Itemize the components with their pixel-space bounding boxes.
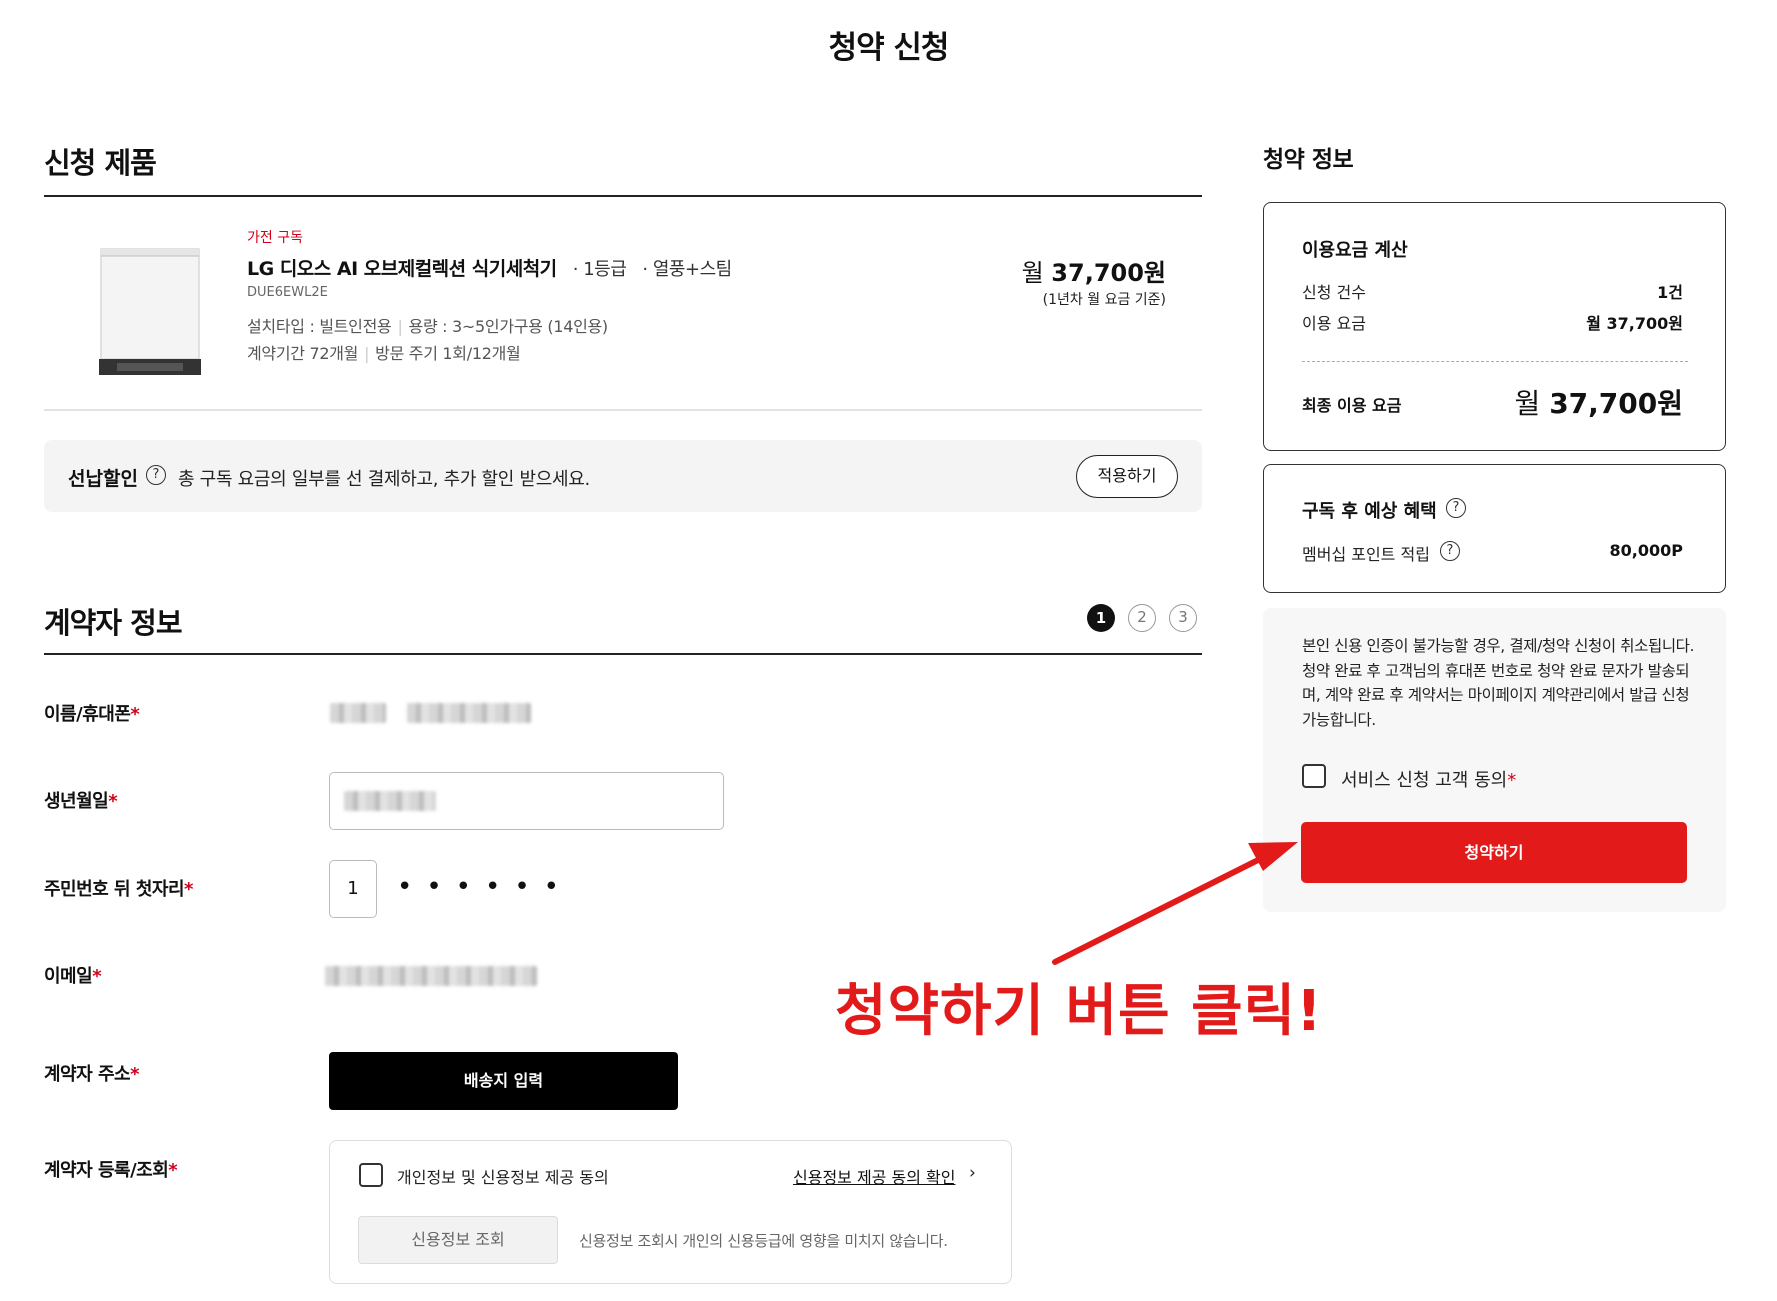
annotation-arrow bbox=[1052, 842, 1298, 965]
annotation-text: 청약하기 버튼 클릭! bbox=[835, 979, 1323, 1044]
